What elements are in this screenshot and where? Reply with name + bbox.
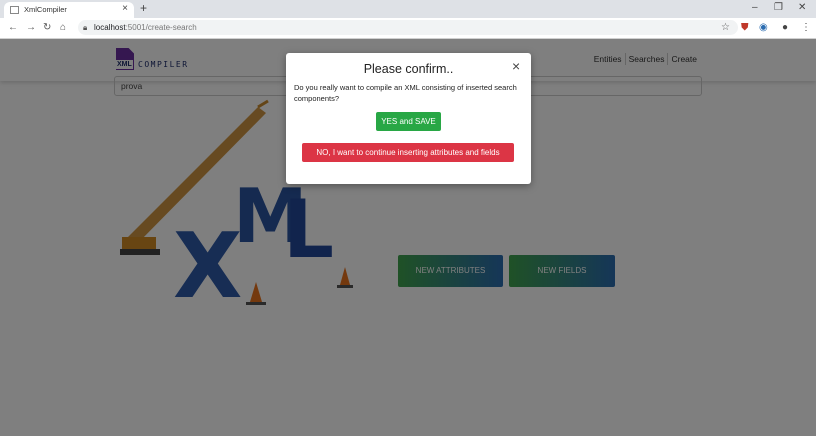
home-icon[interactable]: ⌂ [60,21,66,35]
dialog-title: Please confirm.. [363,62,454,76]
profile-icon[interactable]: ● [782,21,788,35]
close-icon[interactable]: × [512,58,520,74]
browser-tab-bar: XmlCompiler × + – ❐ ✕ [0,0,816,18]
reload-icon[interactable]: ↻ [43,21,51,35]
browser-toolbar: ← → ↻ ⌂ 🔒︎ localhost:5001/create-search … [0,18,816,39]
new-tab-icon[interactable]: + [140,1,147,15]
address-bar[interactable]: 🔒︎ localhost:5001/create-search [78,20,738,35]
browser-tab[interactable]: XmlCompiler × [4,2,134,18]
extension-shield-icon[interactable]: ⛊ [741,21,749,35]
dialog-message: Do you really want to compile an XML con… [294,83,517,103]
no-continue-button[interactable]: NO, I want to continue inserting attribu… [302,143,514,162]
bookmark-star-icon[interactable]: ☆ [721,21,730,35]
minimize-icon[interactable]: – [752,1,758,15]
tab-close-icon[interactable]: × [122,3,128,15]
window-close-icon[interactable]: ✕ [798,1,806,15]
restore-icon[interactable]: ❐ [774,1,783,15]
forward-icon[interactable]: → [26,21,36,35]
extension-sound-icon[interactable]: ◉ [759,21,768,35]
page-favicon-icon [10,6,19,14]
menu-dots-icon[interactable]: ⋮ [801,21,811,35]
back-icon[interactable]: ← [8,21,18,35]
tab-title: XmlCompiler [24,5,67,14]
yes-save-button[interactable]: YES and SAVE [376,112,441,131]
url-text: localhost:5001/create-search [94,23,197,32]
lock-icon: 🔒︎ [83,23,88,32]
